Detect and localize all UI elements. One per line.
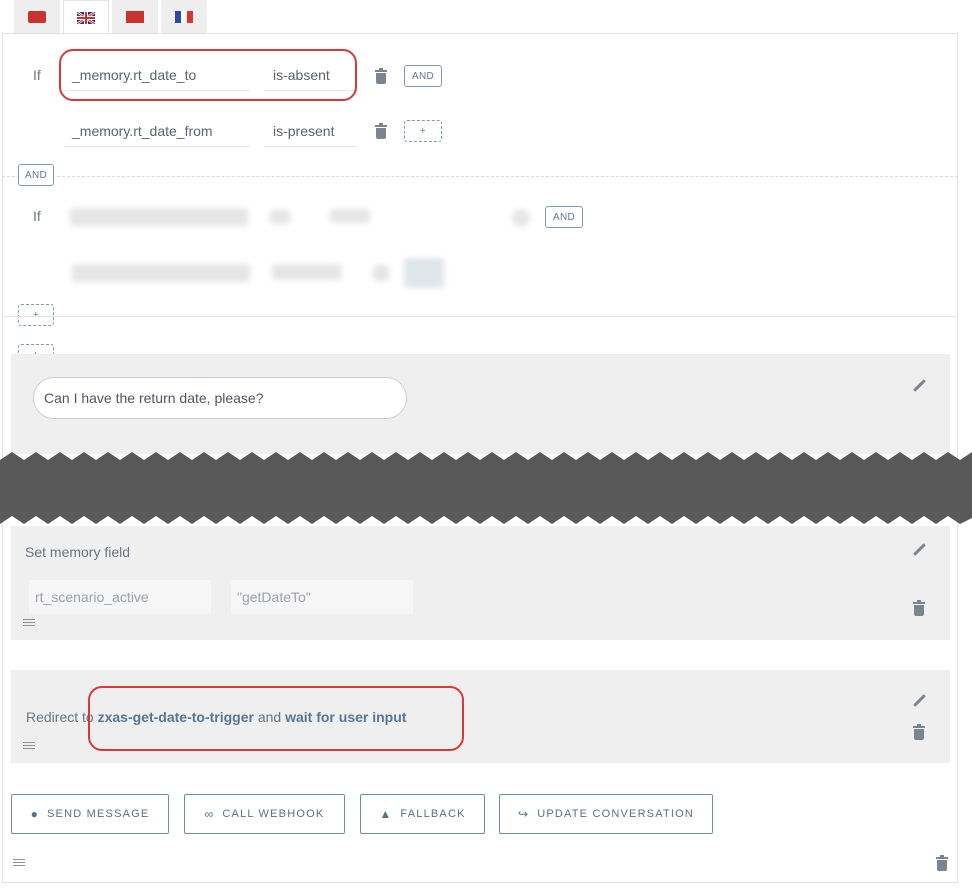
fallback-button[interactable]: ▲ FALLBACK [360, 794, 485, 834]
send-message-button[interactable]: ● SEND MESSAGE [11, 794, 169, 834]
condition-operator-select[interactable]: is-absent [265, 61, 357, 91]
redirect-and: and [257, 709, 282, 725]
fallback-label: FALLBACK [400, 808, 466, 820]
share-arrow-icon: ↪ [517, 807, 530, 821]
memory-value-input[interactable]: "getDateTo" [231, 580, 413, 614]
condition-operator-select[interactable]: is-present [265, 117, 357, 147]
tab-language-uk[interactable] [63, 0, 109, 34]
blurred-field [272, 264, 342, 280]
torn-edge-separator [0, 452, 972, 524]
chat-bubble-icon: ● [30, 807, 40, 821]
flag-icon [28, 11, 46, 23]
blurred-button [404, 258, 444, 288]
update-conversation-label: UPDATE CONVERSATION [537, 808, 695, 820]
redirect-prefix: Redirect to [26, 709, 94, 725]
group-and-connector[interactable]: AND [18, 164, 54, 186]
message-bubble[interactable]: Can I have the return date, please? [33, 377, 407, 419]
and-condition-button[interactable]: AND [404, 65, 442, 87]
fr-flag-icon [175, 11, 193, 23]
trash-icon[interactable] [936, 855, 948, 871]
add-condition-button[interactable]: + [18, 304, 54, 326]
memory-key-input[interactable]: rt_scenario_active [29, 580, 211, 614]
pencil-icon[interactable] [912, 379, 926, 393]
section-divider [2, 316, 958, 317]
call-webhook-button[interactable]: ∞ CALL WEBHOOK [184, 794, 345, 834]
trash-icon[interactable] [913, 724, 925, 740]
redirect-target[interactable]: zxas-get-date-to-trigger [98, 709, 254, 725]
blurred-icon [512, 209, 530, 227]
pencil-icon[interactable] [912, 543, 926, 557]
flag-icon [126, 11, 144, 23]
and-condition-button[interactable]: AND [545, 206, 583, 228]
link-icon: ∞ [204, 807, 215, 821]
drag-handle-icon[interactable] [13, 859, 25, 866]
tab-language-3[interactable] [112, 0, 158, 34]
user-icon: ▲ [379, 807, 393, 821]
condition-field-input[interactable]: _memory.rt_date_from [64, 117, 250, 147]
trash-icon[interactable] [375, 123, 387, 139]
tab-language-fr[interactable] [161, 0, 207, 34]
uk-flag-icon [77, 11, 95, 24]
blurred-icon [372, 264, 390, 282]
condition-field-input[interactable]: _memory.rt_date_to [64, 61, 250, 91]
drag-handle-icon[interactable] [23, 619, 35, 626]
blurred-field [270, 210, 290, 224]
add-condition-button[interactable]: + [404, 120, 442, 142]
group-divider [2, 176, 958, 177]
update-conversation-button[interactable]: ↪ UPDATE CONVERSATION [499, 794, 713, 834]
redirect-text: Redirect to zxas-get-date-to-trigger and… [26, 709, 406, 725]
trash-icon[interactable] [913, 600, 925, 616]
set-memory-title: Set memory field [25, 544, 131, 560]
blurred-field [72, 264, 250, 282]
if-label: If [33, 208, 41, 224]
pencil-icon[interactable] [912, 694, 926, 708]
send-message-label: SEND MESSAGE [47, 808, 150, 820]
blurred-field [70, 208, 248, 226]
drag-handle-icon[interactable] [23, 742, 35, 749]
blurred-field [330, 209, 370, 223]
redirect-wait: wait for user input [285, 709, 407, 725]
if-label: If [33, 67, 41, 83]
tab-language-1[interactable] [14, 0, 60, 34]
language-tabs [14, 0, 210, 34]
trash-icon[interactable] [375, 68, 387, 84]
call-webhook-label: CALL WEBHOOK [222, 808, 325, 820]
